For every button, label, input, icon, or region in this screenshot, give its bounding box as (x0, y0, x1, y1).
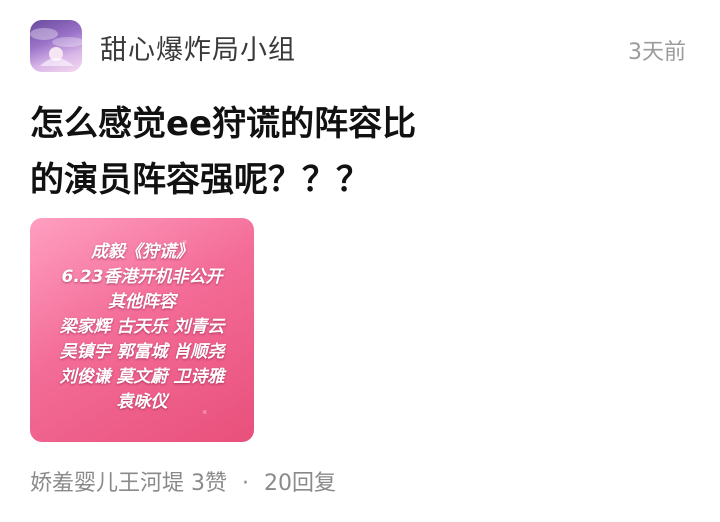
group-avatar[interactable] (30, 20, 82, 72)
group-name[interactable]: 甜心爆炸局小组 (100, 28, 296, 67)
card-line: 其他阵容 (108, 292, 176, 312)
post-header: 甜心爆炸局小组 3天前 (0, 0, 720, 90)
like-count: 3赞 (191, 471, 228, 496)
card-line: 吴镇宇 郭富城 肖顺尧 (59, 342, 225, 362)
meta-separator: · (242, 471, 250, 496)
post-title-line-1: 怎么感觉ee狩谎的阵容比 (30, 104, 417, 144)
card-line: 梁家辉 古天乐 刘青云 (59, 317, 225, 337)
post-title-line-2: 的演员阵容强呢？？？ (30, 160, 370, 200)
card-line: 袁咏仪 (116, 392, 168, 412)
post-title[interactable]: 怎么感觉ee狩谎的阵容比 的演员阵容强呢？？？ (30, 96, 450, 208)
group-avatar-image (30, 28, 82, 66)
author-name[interactable]: 娇羞婴儿王河堤 (30, 471, 184, 496)
reply-count: 20回复 (264, 471, 337, 496)
card-text: 成毅《狩谎》 6.23香港开机非公开 其他阵容 梁家辉 古天乐 刘青云 吴镇宇 … (30, 240, 254, 415)
card-line: 刘俊谦 莫文蔚 卫诗雅 (59, 367, 225, 387)
post-time: 3天前 (628, 40, 686, 65)
post-meta: 娇羞婴儿王河堤 3赞 · 20回复 (30, 465, 336, 497)
card-line: 成毅《狩谎》 (91, 242, 193, 262)
post-image-card[interactable]: ✦ ✦ 成毅《狩谎》 6.23香港开机非公开 其他阵容 梁家辉 古天乐 刘青云 … (30, 218, 254, 442)
card-line: 6.23香港开机非公开 (61, 267, 223, 287)
redaction-mark (418, 96, 668, 166)
